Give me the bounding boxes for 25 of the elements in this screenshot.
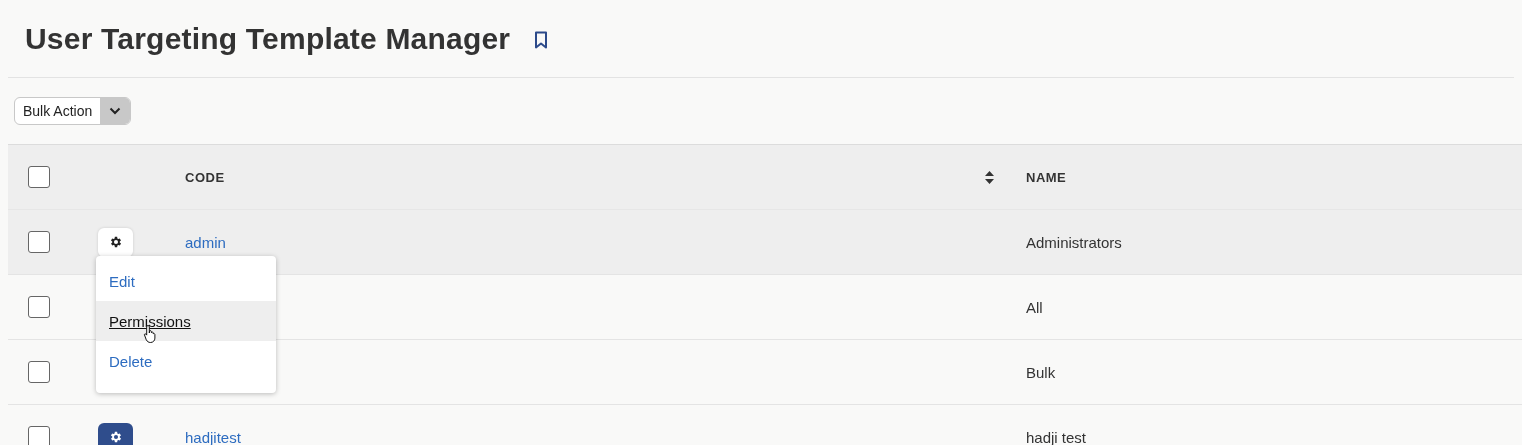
select-all-checkbox[interactable] — [28, 166, 50, 188]
table-cell: Administrators — [1026, 233, 1122, 251]
column-header[interactable]: CODE — [185, 169, 225, 185]
row-checkbox[interactable] — [28, 231, 50, 253]
settings-button[interactable] — [98, 227, 133, 257]
row-checkbox[interactable] — [28, 361, 50, 383]
bookmark-icon[interactable] — [534, 30, 549, 49]
gear-icon — [108, 430, 123, 444]
gear-icon — [108, 235, 123, 249]
row-checkbox[interactable] — [28, 426, 50, 445]
menu-item[interactable]: Permissions — [96, 301, 276, 341]
code-link[interactable]: hadjitest — [185, 428, 241, 445]
table-cell: All — [1026, 298, 1043, 316]
chevron-down-icon — [109, 107, 122, 115]
table-cell: hadji test — [1026, 428, 1087, 445]
table-row[interactable]: hadjitest hadji test — [8, 405, 1522, 445]
code-link[interactable]: admin — [185, 233, 226, 251]
sort-icon[interactable] — [985, 170, 994, 184]
table-cell: Bulk — [1026, 363, 1056, 381]
settings-button[interactable] — [98, 422, 133, 445]
bulk-action-dropdown[interactable]: Bulk Action — [14, 97, 132, 125]
menu-item[interactable]: Delete — [96, 341, 276, 381]
page-title: User Targeting Template Manager — [25, 21, 511, 56]
row-checkbox[interactable] — [28, 296, 50, 318]
column-header[interactable]: NAME — [1026, 169, 1067, 185]
